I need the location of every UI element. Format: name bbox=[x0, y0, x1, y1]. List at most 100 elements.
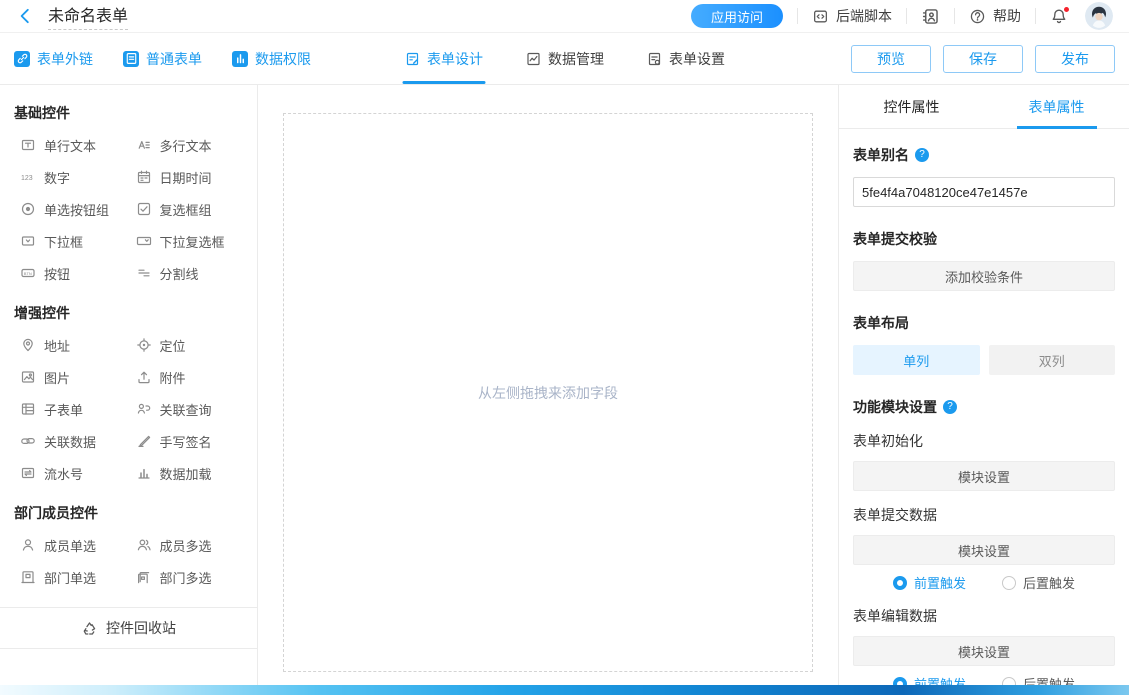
control-item-attachment[interactable]: 附件 bbox=[136, 361, 252, 393]
tab-data-manage[interactable]: 数据管理 bbox=[525, 33, 604, 84]
control-item-data-load[interactable]: 数据加载 bbox=[136, 457, 252, 489]
back-icon[interactable] bbox=[16, 7, 34, 25]
link-icon bbox=[14, 51, 30, 67]
help-badge-icon[interactable]: ? bbox=[915, 148, 929, 162]
control-item-label: 子表单 bbox=[44, 400, 83, 419]
radio-dot-icon bbox=[1002, 576, 1016, 590]
normal-form-button[interactable]: 普通表单 bbox=[123, 49, 202, 69]
divider bbox=[797, 8, 798, 24]
image-icon bbox=[20, 369, 36, 385]
module-group-submit: 表单提交数据 模块设置 前置触发 后置触发 bbox=[853, 505, 1115, 592]
control-item-select[interactable]: 下拉框 bbox=[20, 225, 136, 257]
tab-form-settings[interactable]: 表单设置 bbox=[646, 33, 725, 84]
bottom-gradient-strip bbox=[0, 685, 1129, 695]
form-title[interactable]: 未命名表单 bbox=[48, 2, 128, 30]
control-item-text-multi[interactable]: 多行文本 bbox=[136, 129, 252, 161]
control-item-label: 分割线 bbox=[160, 264, 199, 283]
control-item-image[interactable]: 图片 bbox=[20, 361, 136, 393]
control-recycle-bin-button[interactable]: 控件回收站 bbox=[0, 607, 257, 649]
tab-label: 表单设置 bbox=[669, 49, 725, 69]
contacts-icon[interactable] bbox=[921, 7, 940, 26]
control-item-address[interactable]: 地址 bbox=[20, 329, 136, 361]
help-button[interactable]: 帮助 bbox=[969, 6, 1021, 26]
help-badge-icon[interactable]: ? bbox=[943, 400, 957, 414]
toolbar-left: 表单外链 普通表单 数据权限 bbox=[14, 49, 311, 69]
help-label: 帮助 bbox=[993, 6, 1021, 26]
locate-icon bbox=[136, 337, 152, 353]
form-alias-input[interactable] bbox=[853, 177, 1115, 207]
data-permission-button[interactable]: 数据权限 bbox=[232, 49, 311, 69]
control-item-label: 部门单选 bbox=[44, 568, 96, 587]
normal-form-label: 普通表单 bbox=[146, 49, 202, 69]
control-item-button-ctl[interactable]: BTN按钮 bbox=[20, 257, 136, 289]
tab-form-design[interactable]: 表单设计 bbox=[404, 33, 483, 84]
properties-tabs: 控件属性 表单属性 bbox=[839, 85, 1129, 129]
backend-script-button[interactable]: 后端脚本 bbox=[812, 6, 892, 26]
control-item-label: 定位 bbox=[160, 336, 186, 355]
control-item-subform[interactable]: 子表单 bbox=[20, 393, 136, 425]
form-design-icon bbox=[404, 51, 420, 67]
control-item-linked-data[interactable]: 关联数据 bbox=[20, 425, 136, 457]
sidebar-sections: 基础控件单行文本 多行文本 123数字日期时间单选按钮组 复选框组下拉框 下拉复选框BT… bbox=[0, 89, 257, 593]
user-avatar[interactable] bbox=[1085, 2, 1113, 30]
publish-button[interactable]: 发布 bbox=[1035, 45, 1115, 73]
save-button[interactable]: 保存 bbox=[943, 45, 1023, 73]
address-icon bbox=[20, 337, 36, 353]
control-item-label: 多行文本 bbox=[160, 136, 212, 155]
form-dropzone[interactable]: 从左侧拖拽来添加字段 bbox=[283, 113, 813, 672]
control-item-text-single[interactable]: 单行文本 bbox=[20, 129, 136, 161]
control-item-linked-query[interactable]: 关联查询 bbox=[136, 393, 252, 425]
control-item-member-multi[interactable]: 成员多选 bbox=[136, 529, 252, 561]
control-item-checkbox-group[interactable]: 复选框组 bbox=[136, 193, 252, 225]
form-canvas: 从左侧拖拽来添加字段 bbox=[258, 85, 838, 695]
submit-validation-label: 表单提交校验 bbox=[853, 229, 1115, 249]
control-item-dept-single[interactable]: 部门单选 bbox=[20, 561, 136, 593]
control-item-dept-multi[interactable]: 部门多选 bbox=[136, 561, 252, 593]
control-item-label: 关联查询 bbox=[160, 400, 212, 419]
control-item-label: 部门多选 bbox=[160, 568, 212, 587]
control-item-label: 复选框组 bbox=[160, 200, 212, 219]
module-settings-button[interactable]: 模块设置 bbox=[853, 636, 1115, 666]
control-item-multi-select[interactable]: 下拉复选框 bbox=[136, 225, 252, 257]
control-item-signature[interactable]: 手写签名 bbox=[136, 425, 252, 457]
notification-bell-icon[interactable] bbox=[1050, 6, 1069, 26]
data-permission-label: 数据权限 bbox=[255, 49, 311, 69]
help-icon bbox=[969, 8, 986, 25]
module-settings-button[interactable]: 模块设置 bbox=[853, 461, 1115, 491]
main-tabs: 表单设计 数据管理 表单设置 bbox=[404, 33, 725, 84]
preview-button[interactable]: 预览 bbox=[851, 45, 931, 73]
titlebar-right: 应用访问 后端脚本 帮助 bbox=[691, 2, 1113, 30]
control-item-serial-number[interactable]: 流水号 bbox=[20, 457, 136, 489]
title-bar: 未命名表单 应用访问 后端脚本 帮助 bbox=[0, 0, 1129, 33]
control-item-label: 成员单选 bbox=[44, 536, 96, 555]
control-item-label: 单行文本 bbox=[44, 136, 96, 155]
control-item-divider-ctl[interactable]: 分割线 bbox=[136, 257, 252, 289]
number-icon: 123 bbox=[20, 169, 36, 185]
main-area: 基础控件单行文本 多行文本 123数字日期时间单选按钮组 复选框组下拉框 下拉复选框BT… bbox=[0, 85, 1129, 695]
sidebar-section-title: 基础控件 bbox=[0, 89, 257, 129]
app-access-button[interactable]: 应用访问 bbox=[691, 4, 783, 28]
post-trigger-radio[interactable]: 后置触发 bbox=[1002, 573, 1075, 592]
module-settings-button[interactable]: 模块设置 bbox=[853, 535, 1115, 565]
single-column-button[interactable]: 单列 bbox=[853, 345, 980, 375]
control-item-locate[interactable]: 定位 bbox=[136, 329, 252, 361]
control-item-datetime[interactable]: 日期时间 bbox=[136, 161, 252, 193]
linked-data-icon bbox=[20, 433, 36, 449]
control-item-member-single[interactable]: 成员单选 bbox=[20, 529, 136, 561]
double-column-button[interactable]: 双列 bbox=[989, 345, 1116, 375]
pre-trigger-radio[interactable]: 前置触发 bbox=[893, 573, 966, 592]
form-layout-label: 表单布局 bbox=[853, 313, 1115, 333]
add-validation-button[interactable]: 添加校验条件 bbox=[853, 261, 1115, 291]
tab-control-properties[interactable]: 控件属性 bbox=[839, 85, 984, 128]
backend-script-label: 后端脚本 bbox=[836, 6, 892, 26]
control-item-number[interactable]: 123数字 bbox=[20, 161, 136, 193]
control-item-label: 下拉框 bbox=[44, 232, 83, 251]
form-external-link-button[interactable]: 表单外链 bbox=[14, 49, 93, 69]
properties-panel: 控件属性 表单属性 表单别名 ? 表单提交校验 添加校验条件 表单布局 单列 双… bbox=[838, 85, 1129, 695]
control-item-radio-group[interactable]: 单选按钮组 bbox=[20, 193, 136, 225]
control-item-label: 单选按钮组 bbox=[44, 200, 109, 219]
module-group-edit: 表单编辑数据 模块设置 前置触发 后置触发 bbox=[853, 606, 1115, 693]
tab-form-properties[interactable]: 表单属性 bbox=[984, 85, 1129, 128]
control-item-label: 附件 bbox=[160, 368, 186, 387]
member-multi-icon bbox=[136, 537, 152, 553]
